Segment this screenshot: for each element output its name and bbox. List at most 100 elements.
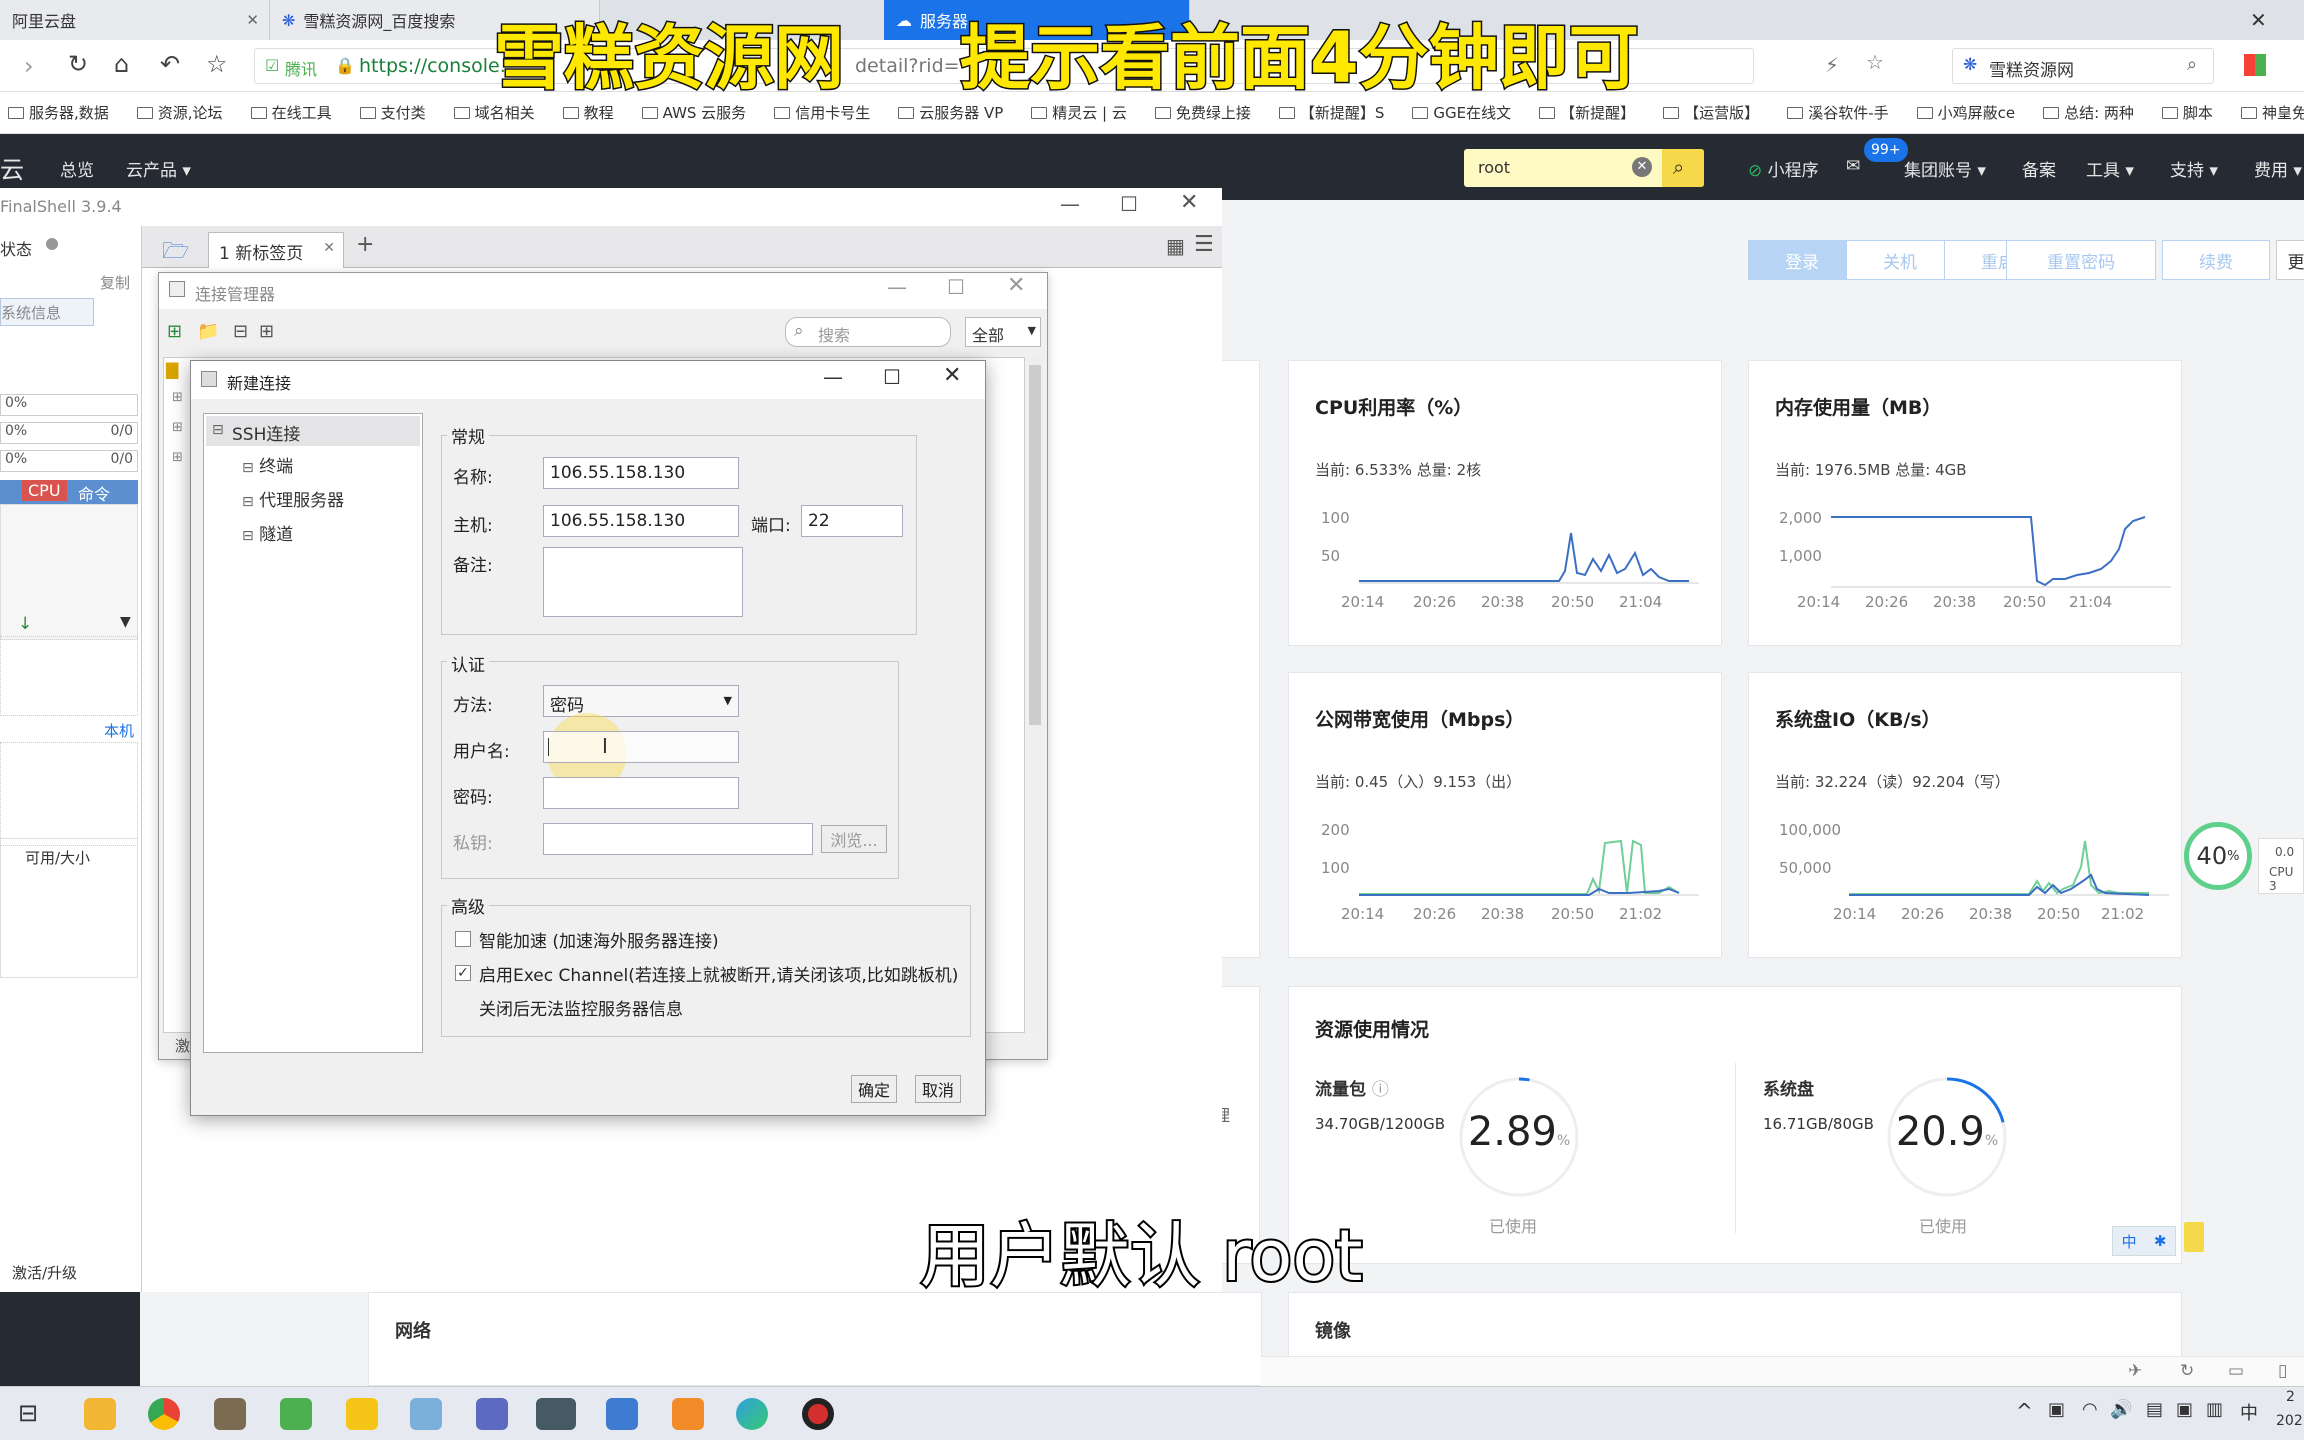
nav-tools[interactable]: 工具 ▾ bbox=[2086, 156, 2134, 181]
login-button[interactable]: 登录 bbox=[1748, 240, 1856, 280]
panel-icon[interactable]: ▯ bbox=[2278, 1361, 2287, 1381]
bookmark-item[interactable]: 教程 bbox=[555, 102, 614, 123]
edge-icon[interactable] bbox=[736, 1398, 768, 1430]
local-link[interactable]: 本机 bbox=[104, 720, 134, 741]
finalshell-taskbar-icon[interactable] bbox=[536, 1398, 576, 1430]
username-input[interactable]: I bbox=[543, 731, 739, 763]
tree-tunnel[interactable]: ⊟ 隧道 bbox=[242, 520, 293, 545]
new-connection-icon[interactable]: ⊞ bbox=[167, 321, 182, 342]
undo-icon[interactable]: ↶ bbox=[160, 50, 180, 78]
record-icon[interactable] bbox=[802, 1398, 834, 1430]
sysinfo-tab[interactable]: 系统信息 bbox=[0, 298, 94, 326]
tray-app-icon[interactable]: ▤ bbox=[2146, 1399, 2163, 1420]
bookmark-item[interactable]: 【新提醒】S bbox=[1271, 102, 1384, 123]
scroll-thumb[interactable] bbox=[1029, 365, 1041, 725]
activate-link[interactable]: 激活/升级 bbox=[12, 1262, 77, 1283]
password-input[interactable] bbox=[543, 777, 739, 809]
collapse-icon[interactable]: ⊟ bbox=[233, 321, 248, 342]
forward-icon[interactable]: › bbox=[24, 52, 34, 80]
folder-icon[interactable]: 🗁 bbox=[162, 234, 189, 272]
note-input[interactable] bbox=[543, 547, 743, 617]
app-icon[interactable] bbox=[410, 1398, 442, 1430]
wifi-icon[interactable]: ◠ bbox=[2082, 1399, 2098, 1420]
add-tab-icon[interactable]: + bbox=[356, 232, 374, 257]
host-input[interactable]: 106.55.158.130 bbox=[543, 505, 739, 537]
nav-support[interactable]: 支持 ▾ bbox=[2170, 156, 2218, 181]
bookmark-item[interactable]: 溪谷软件-手 bbox=[1779, 102, 1889, 123]
cancel-button[interactable]: 取消 bbox=[915, 1075, 961, 1103]
bookmark-item[interactable]: 域名相关 bbox=[446, 102, 535, 123]
menu-icon[interactable]: ☰ bbox=[1194, 232, 1214, 257]
task-view-icon[interactable]: ⊟ bbox=[18, 1399, 38, 1427]
refresh-icon[interactable]: ↻ bbox=[2180, 1361, 2194, 1381]
key-input[interactable] bbox=[543, 823, 813, 855]
tray-app-icon[interactable]: ▥ bbox=[2206, 1399, 2223, 1420]
bookmark-item[interactable]: 神皇免费 bbox=[2233, 102, 2304, 123]
cpu-gauge[interactable]: 40% bbox=[2184, 822, 2252, 890]
tray-ime[interactable]: 中 bbox=[2240, 1399, 2258, 1425]
bookmark-item[interactable]: 脚本 bbox=[2154, 102, 2213, 123]
trash-icon[interactable]: ▭ bbox=[2228, 1361, 2244, 1381]
close-icon[interactable]: ✕ bbox=[1007, 273, 1025, 298]
ok-button[interactable]: 确定 bbox=[851, 1075, 897, 1103]
bookmark-item[interactable]: 精灵云 | 云 bbox=[1023, 102, 1127, 123]
volume-icon[interactable]: 🔊 bbox=[2110, 1399, 2132, 1420]
new-folder-icon[interactable]: 📁 bbox=[197, 321, 219, 342]
reset-password-button[interactable]: 重置密码 bbox=[2006, 240, 2156, 280]
bookmark-item[interactable]: 信用卡号生 bbox=[766, 102, 870, 123]
tree-expand-icon[interactable]: ⊞ bbox=[172, 390, 183, 405]
bookmark-item[interactable]: 【新提醒】 bbox=[1531, 102, 1635, 123]
bookmark-item[interactable]: 云服务器 VP bbox=[890, 102, 1003, 123]
minimize-icon[interactable]: — bbox=[887, 275, 907, 299]
clear-icon[interactable]: ✕ bbox=[1632, 157, 1652, 177]
close-icon[interactable]: ✕ bbox=[323, 240, 335, 256]
expand-icon[interactable]: ⊞ bbox=[259, 321, 274, 342]
bookmark-star-icon[interactable]: ☆ bbox=[1866, 50, 1884, 74]
close-icon[interactable]: ✕ bbox=[943, 363, 961, 388]
bolt-icon[interactable]: ⚡ bbox=[1825, 53, 1839, 77]
tree-terminal[interactable]: ⊟ 终端 bbox=[242, 452, 293, 477]
tree-ssh[interactable]: ⊟ SSH连接 bbox=[206, 416, 420, 446]
reload-icon[interactable]: ↻ bbox=[68, 50, 88, 78]
session-tab[interactable]: 1 新标签页 ✕ bbox=[208, 232, 344, 268]
bookmark-item[interactable]: 免费绿上接 bbox=[1147, 102, 1251, 123]
console-logo[interactable]: 云 bbox=[0, 150, 24, 185]
exec-channel-checkbox[interactable]: ✓ bbox=[455, 965, 471, 981]
bookmark-item[interactable]: 小鸡屏蔽ce bbox=[1909, 102, 2015, 123]
bookmark-item[interactable]: 资源,论坛 bbox=[129, 102, 223, 123]
tray-app-icon[interactable]: ▣ bbox=[2176, 1399, 2193, 1420]
close-icon[interactable]: ✕ bbox=[246, 11, 259, 29]
browser-tab[interactable]: 阿里云盘 ✕ bbox=[0, 0, 270, 40]
rocket-icon[interactable]: ✈ bbox=[2128, 1361, 2142, 1381]
tshirt-icon[interactable] bbox=[2250, 8, 2270, 30]
cm-scrollbar[interactable] bbox=[1029, 357, 1041, 1033]
app-icon[interactable] bbox=[476, 1398, 508, 1430]
bookmark-item[interactable]: 【运营版】 bbox=[1655, 102, 1759, 123]
copy-link[interactable]: 复制 bbox=[100, 272, 130, 293]
nav-miniprogram[interactable]: 小程序 bbox=[1768, 161, 1819, 181]
star-icon[interactable]: ☆ bbox=[206, 50, 228, 78]
collapse-icon[interactable]: ⊟ bbox=[212, 422, 224, 438]
tree-expand-icon[interactable]: ⊞ bbox=[172, 420, 183, 435]
shutdown-button[interactable]: 关机 bbox=[1846, 240, 1954, 280]
nav-filing[interactable]: 备案 bbox=[2022, 156, 2056, 181]
app-icon[interactable] bbox=[606, 1398, 638, 1430]
name-input[interactable]: 106.55.158.130 bbox=[543, 457, 739, 489]
bookmark-item[interactable]: 在线工具 bbox=[243, 102, 332, 123]
cpu-tab[interactable]: CPU bbox=[22, 480, 67, 501]
tray-date[interactable]: 202 bbox=[2276, 1413, 2303, 1429]
app-icon[interactable] bbox=[672, 1398, 704, 1430]
dropdown-arrow-icon[interactable]: ▼ bbox=[120, 614, 131, 630]
port-input[interactable]: 22 bbox=[801, 505, 903, 537]
tray-chevron-icon[interactable]: ^ bbox=[2016, 1399, 2033, 1423]
search-button[interactable]: ⌕ bbox=[1662, 149, 1704, 187]
maximize-icon[interactable]: ☐ bbox=[947, 275, 965, 299]
close-icon[interactable]: ✕ bbox=[1180, 190, 1198, 215]
nav-overview[interactable]: 总览 bbox=[60, 156, 94, 181]
tree-expand-icon[interactable]: ⊞ bbox=[172, 450, 183, 465]
tray-time[interactable]: 2 bbox=[2286, 1389, 2295, 1405]
cm-filter-select[interactable]: 全部 ▼ bbox=[965, 317, 1041, 347]
accelerate-checkbox[interactable] bbox=[455, 931, 471, 947]
info-icon[interactable]: ⓘ bbox=[1372, 1080, 1389, 1100]
home-icon[interactable]: ⌂ bbox=[114, 50, 129, 78]
